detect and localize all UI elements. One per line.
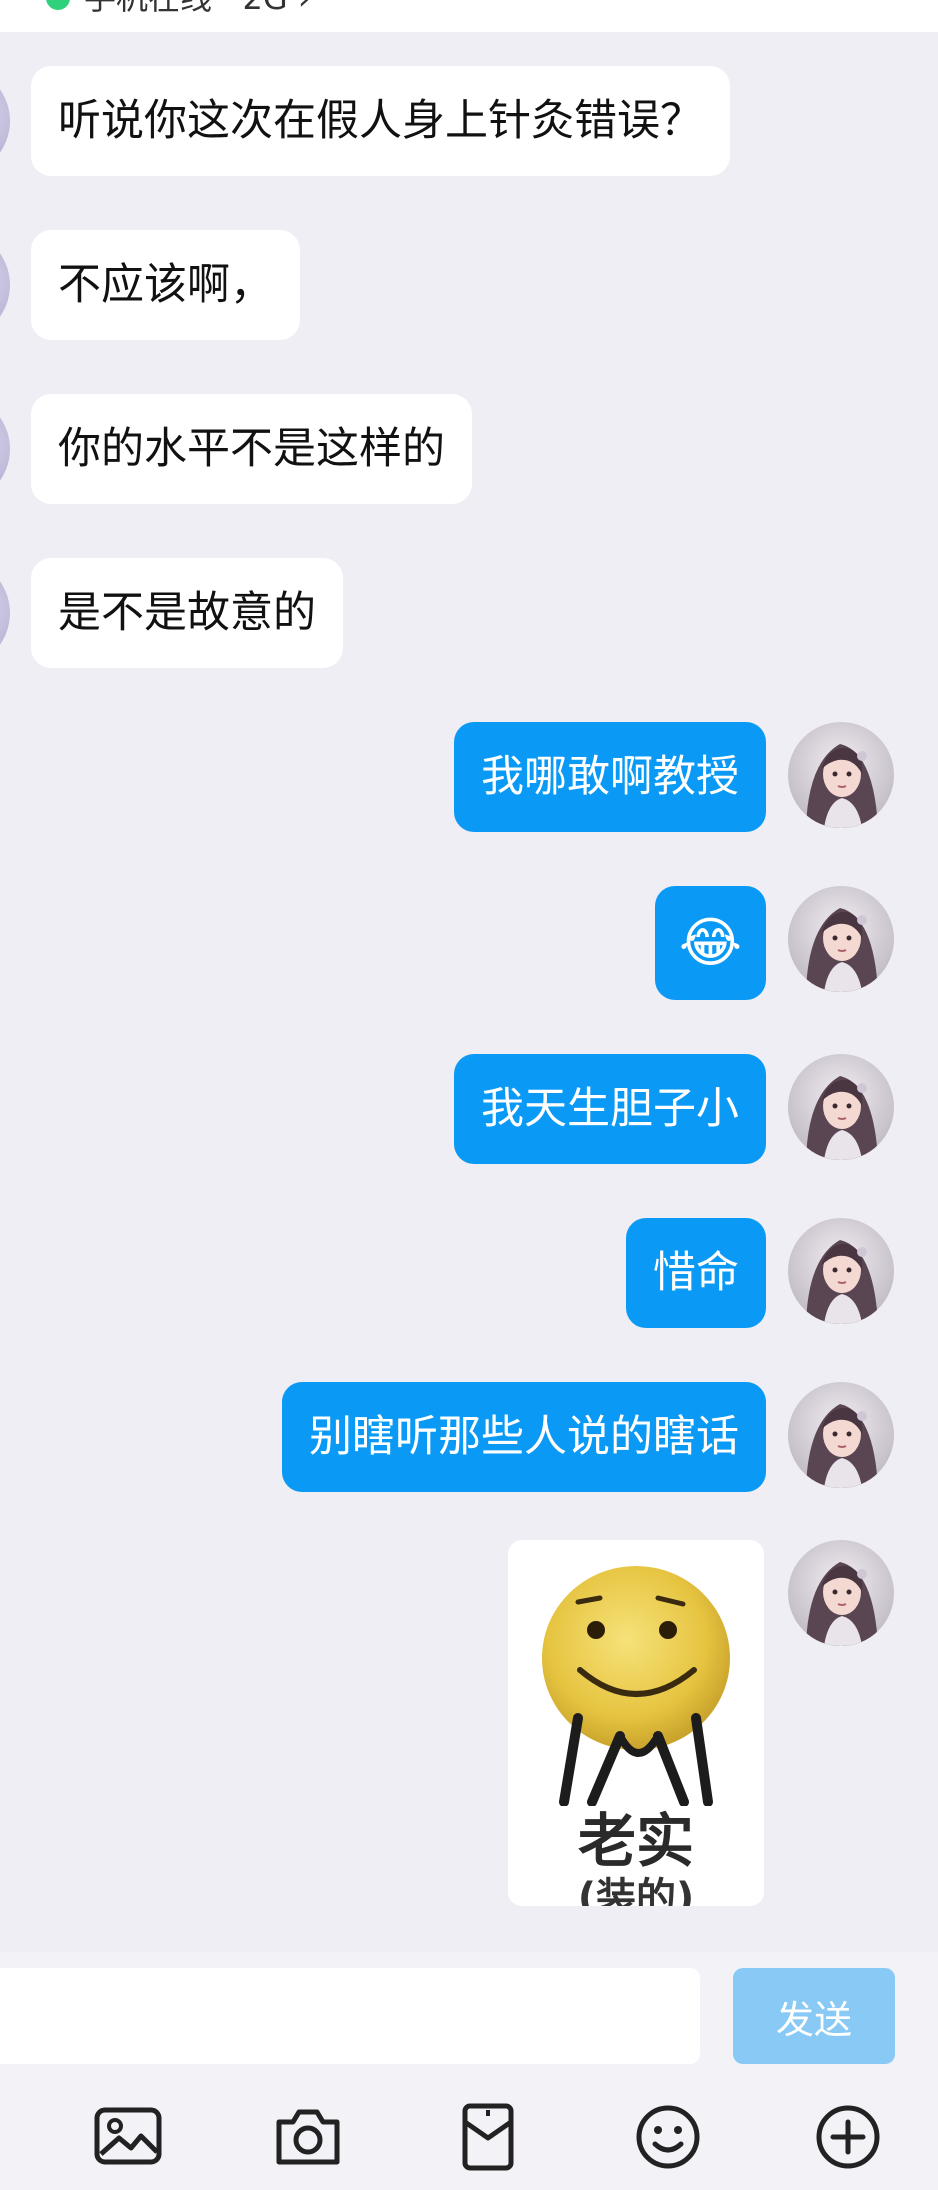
camera-icon[interactable] [273,2102,343,2172]
my-avatar[interactable] [788,722,894,828]
online-status-text[interactable]: 手机在线 · 2G › [84,0,311,18]
sticker-message[interactable]: 老实 (装的) [508,1540,764,1906]
outgoing-message-bubble[interactable]: 惜命 [626,1218,766,1328]
contact-avatar[interactable] [0,558,10,668]
incoming-message-bubble[interactable]: 是不是故意的 [31,558,343,668]
chat-header: 手机在线 · 2G › [0,0,938,32]
message-row: 老实 (装的) [0,1540,938,1906]
message-input[interactable] [0,1968,700,2064]
message-row: 是不是故意的 [0,558,938,668]
contact-avatar[interactable] [0,230,10,340]
plus-circle-icon[interactable] [813,2102,883,2172]
my-avatar[interactable] [788,1218,894,1324]
online-status-dot [46,0,70,10]
my-avatar[interactable] [788,1382,894,1488]
my-avatar[interactable] [788,1054,894,1160]
outgoing-message-bubble[interactable]: 我哪敢啊教授 [454,722,766,832]
message-list[interactable]: 听说你这次在假人身上针灸错误？ 不应该啊， 你的水平不是这样的 是不是故意的 我… [0,32,938,1952]
message-row: 别瞎听那些人说的瞎话 [0,1382,938,1492]
message-row: 惜命 [0,1218,938,1328]
message-row: 我哪敢啊教授 [0,722,938,832]
emoji-icon[interactable] [633,2102,703,2172]
chat-toolbar [0,2072,938,2190]
send-button[interactable]: 发送 [733,1968,895,2064]
message-row: 我天生胆子小 [0,1054,938,1164]
contact-avatar[interactable] [0,394,10,504]
message-input-bar: 发送 [0,1952,938,2072]
outgoing-message-bubble[interactable]: 我天生胆子小 [454,1054,766,1164]
my-avatar[interactable] [788,886,894,992]
message-row: 😂 [0,886,938,1000]
my-avatar[interactable] [788,1540,894,1646]
outgoing-emoji-bubble[interactable]: 😂 [654,886,766,1000]
red-packet-icon[interactable] [453,2102,523,2172]
message-row: 不应该啊， [0,230,938,340]
smiley-sticker-image [542,1566,730,1807]
incoming-message-bubble[interactable]: 不应该啊， [31,230,300,340]
incoming-message-bubble[interactable]: 听说你这次在假人身上针灸错误？ [31,66,730,176]
outgoing-message-bubble[interactable]: 别瞎听那些人说的瞎话 [282,1382,766,1492]
contact-avatar[interactable] [0,66,10,176]
sticker-sub-caption: (装的) [577,1875,695,1906]
sticker-caption: 老实 [577,1807,694,1875]
image-icon[interactable] [93,2102,163,2172]
incoming-message-bubble[interactable]: 你的水平不是这样的 [31,394,472,504]
message-row: 你的水平不是这样的 [0,394,938,504]
message-row: 听说你这次在假人身上针灸错误？ [0,66,938,176]
